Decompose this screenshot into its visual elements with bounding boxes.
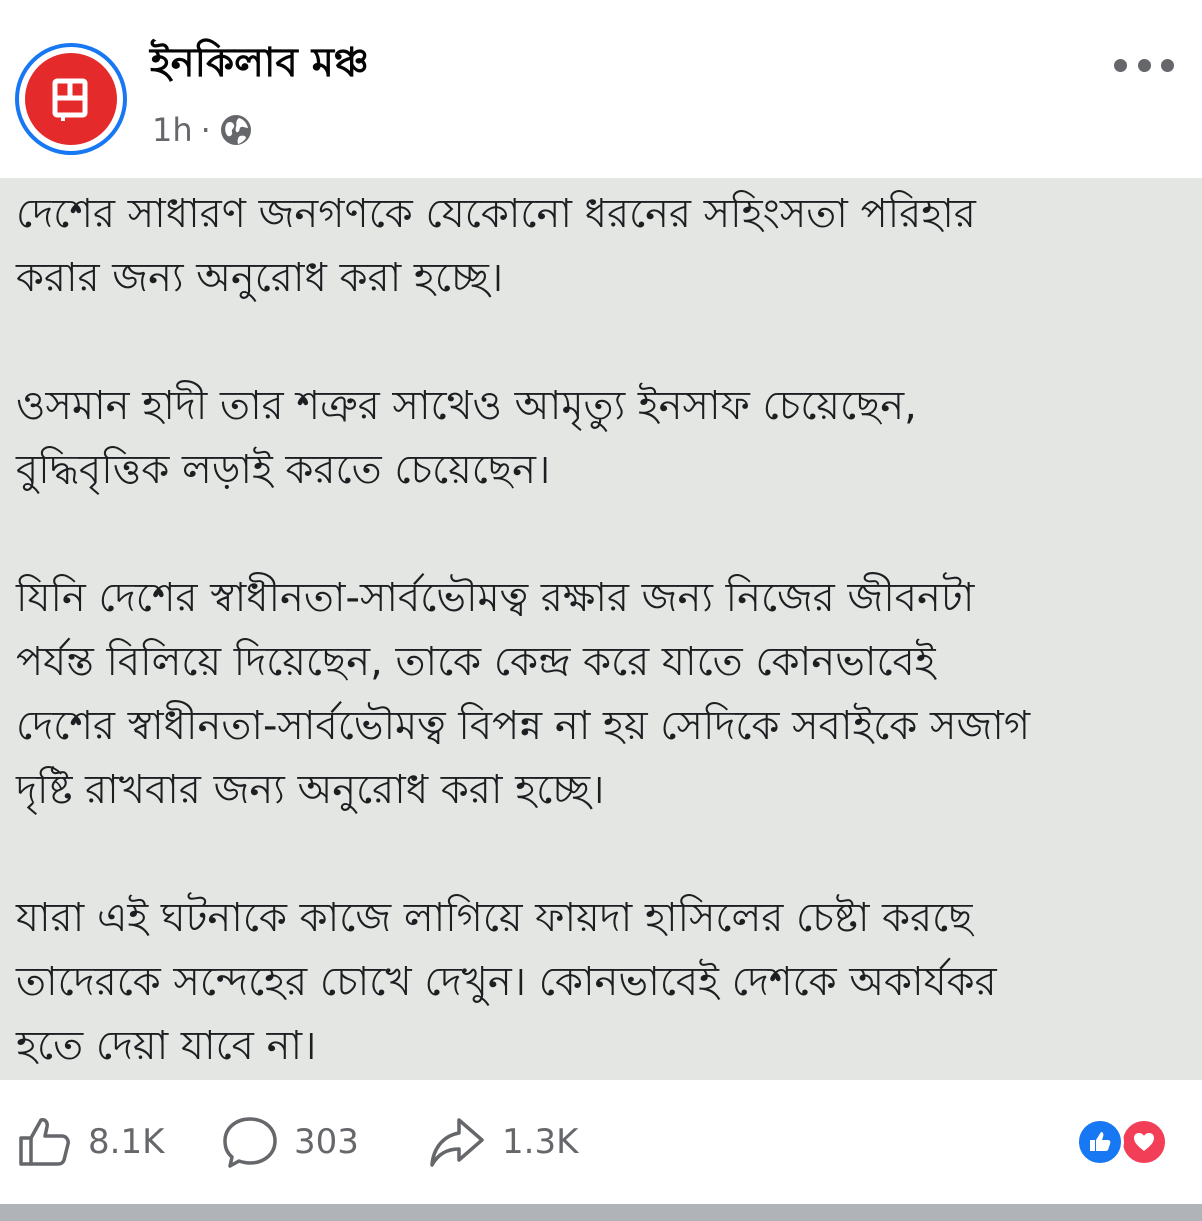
share-button[interactable]: 1.3K [428, 1114, 578, 1170]
post-paragraph-4: যারা এই ঘটনাকে কাজে লাগিয়ে ফায়দা হাসিল… [16, 895, 997, 1069]
more-dot-icon [1161, 58, 1174, 72]
more-dot-icon [1137, 58, 1151, 72]
page-name[interactable]: ইনকিলাব মঞ্চ [150, 38, 369, 88]
globe-icon [220, 115, 251, 145]
share-count: 1.3K [502, 1122, 579, 1162]
post-time[interactable]: 1h [152, 111, 193, 149]
logo-icon [52, 78, 88, 121]
avatar-logo [25, 53, 117, 145]
post-paragraph-3: যিনি দেশের স্বাধীনতা-সার্বভৌমত্ব রক্ষার … [16, 575, 1031, 813]
like-button[interactable]: 8.1K [16, 1114, 164, 1170]
meta-separator: · [200, 111, 211, 149]
reactions-summary[interactable] [1076, 1118, 1172, 1166]
comment-icon [223, 1117, 277, 1168]
share-arrow-icon [430, 1118, 484, 1167]
post-paragraph-1: দেশের সাধারণ জনগণকে যেকোনো ধরনের সহিংসতা… [16, 191, 976, 301]
post-meta: 1h · [152, 108, 253, 152]
post-actions-bar [0, 1080, 1202, 1206]
post-paragraph-2: ওসমান হাদী তার শত্রুর সাথেও আমৃত্যু ইনসা… [16, 383, 917, 493]
more-dot-icon [1114, 58, 1127, 72]
love-reaction-icon [1120, 1118, 1168, 1166]
like-reaction-icon [1076, 1118, 1124, 1166]
post-header: ইনকিলাব মঞ্চ 1h · [0, 0, 1202, 178]
like-count: 8.1K [88, 1122, 165, 1162]
page-avatar[interactable] [15, 43, 127, 155]
bottom-divider [0, 1204, 1202, 1221]
thumbs-up-icon [19, 1118, 70, 1166]
comment-count: 303 [294, 1122, 359, 1162]
comment-button[interactable]: 303 [222, 1114, 359, 1170]
post-text-body: দেশের সাধারণ জনগণকে যেকোনো ধরনের সহিংসতা… [0, 178, 1202, 1080]
more-options-button[interactable] [1114, 52, 1174, 78]
